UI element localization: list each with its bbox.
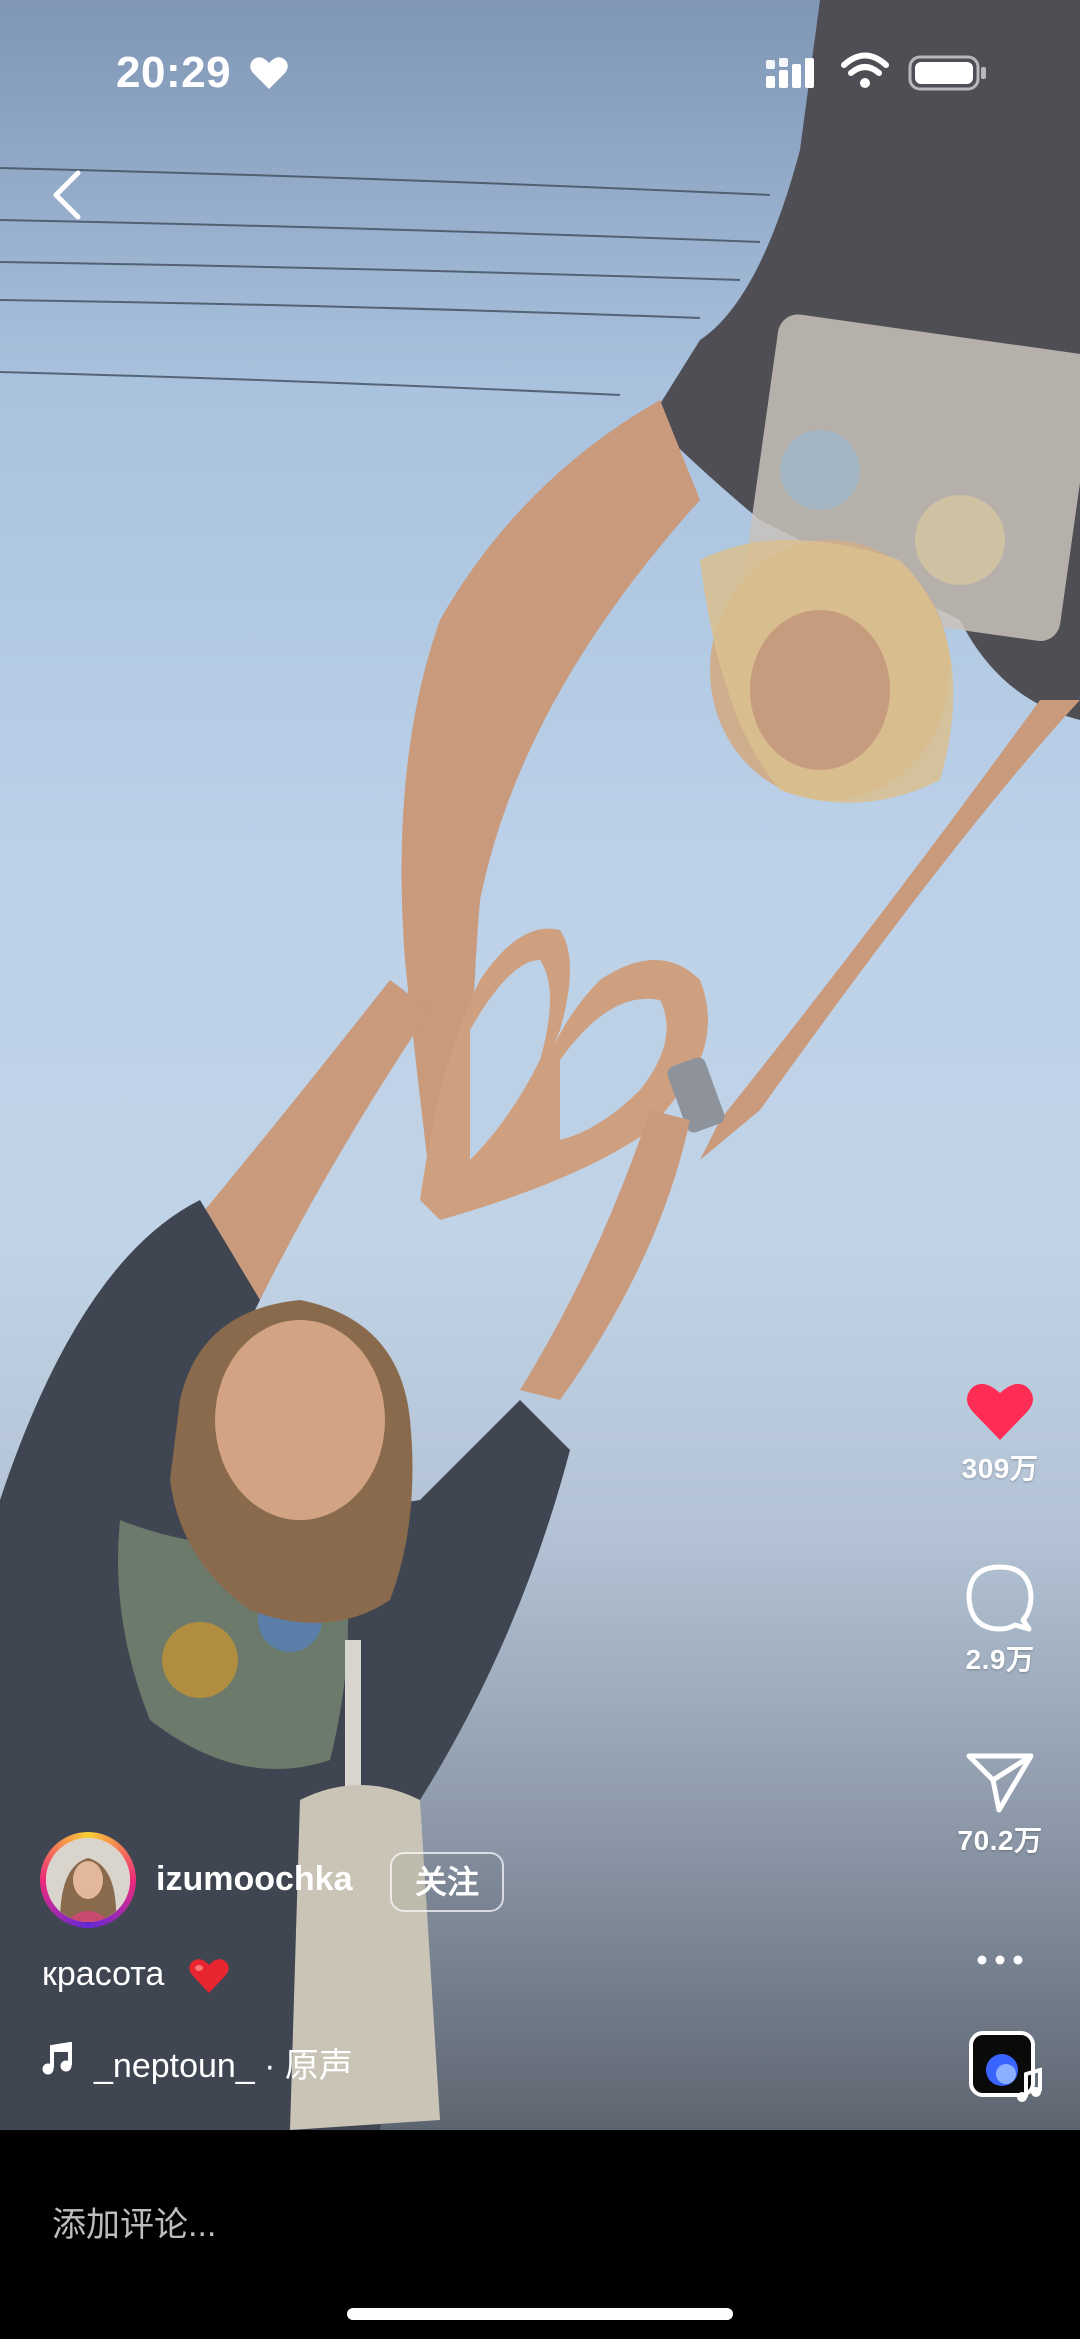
author-row: izumoochka 关注 — [40, 1832, 640, 1932]
battery-icon — [908, 55, 986, 91]
comment-input[interactable] — [50, 2194, 954, 2256]
more-horizontal-icon[interactable] — [965, 1950, 1035, 1970]
follow-button[interactable]: 关注 — [390, 1852, 504, 1912]
red-heart-emoji — [189, 1959, 229, 1994]
avatar-image — [46, 1838, 130, 1922]
video-frame-illustration — [0, 0, 1080, 2130]
more-action[interactable] — [920, 1950, 1080, 1975]
music-note-icon — [42, 2042, 72, 2075]
caption[interactable]: красота — [42, 1955, 230, 1995]
comment-bar — [0, 2130, 1080, 2339]
home-indicator — [347, 2308, 733, 2320]
wifi-icon — [841, 52, 889, 88]
comment-action[interactable]: 2.9万 — [920, 1563, 1080, 1678]
audio-album-icon[interactable] — [968, 2030, 1044, 2106]
share-count: 70.2万 — [957, 1825, 1043, 1856]
cellular-signal-icon — [766, 58, 814, 88]
reel-video[interactable] — [0, 0, 1080, 2130]
caption-text: красота — [42, 1955, 165, 1993]
paper-plane-icon[interactable] — [965, 1750, 1035, 1814]
comment-bubble-icon[interactable] — [965, 1563, 1035, 1633]
avatar[interactable] — [40, 1832, 136, 1928]
like-action[interactable]: 309万 — [920, 1380, 1080, 1487]
heart-icon — [250, 57, 288, 89]
like-count: 309万 — [961, 1453, 1039, 1484]
heart-filled-icon[interactable] — [965, 1380, 1035, 1442]
chevron-left-icon[interactable] — [40, 165, 100, 225]
author-username[interactable]: izumoochka — [156, 1860, 352, 1899]
audio-album-button[interactable] — [968, 2030, 1042, 2102]
music-title: _neptoun_ · 原声 — [94, 2047, 353, 2085]
comment-count: 2.9万 — [965, 1644, 1035, 1675]
share-action[interactable]: 70.2万 — [920, 1750, 1080, 1859]
status-time: 20:29 — [116, 48, 232, 97]
status-bar: 20:29 — [0, 0, 1080, 150]
action-rail: 309万 2.9万 70.2万 — [920, 1380, 1080, 2140]
